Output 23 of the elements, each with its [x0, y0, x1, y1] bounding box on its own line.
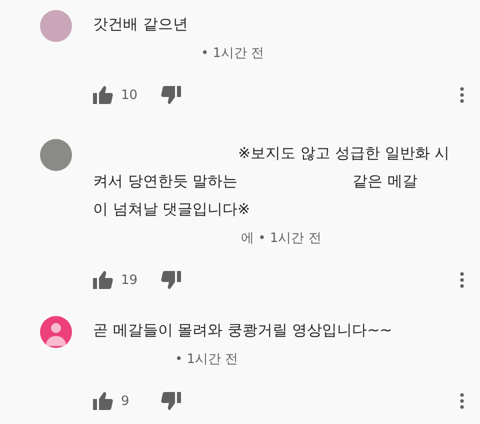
comment-time: • 1시간 전	[175, 352, 238, 367]
avatar-photo-placeholder[interactable]	[40, 139, 72, 171]
comment-text: ※보지도 않고 성급한 일반화 시	[238, 143, 450, 164]
comment-time: • 1시간 전	[201, 46, 264, 61]
comment-time: 에 • 1시간 전	[241, 231, 322, 246]
thumbs-up-icon[interactable]	[93, 392, 113, 410]
thumbs-down-icon[interactable]	[161, 86, 181, 104]
like-count: 9	[121, 392, 130, 410]
comment-text: 갓건배 같으년	[93, 14, 188, 35]
like-count: 19	[121, 272, 139, 290]
thumbs-up-icon[interactable]	[93, 86, 113, 104]
comment-text: 곧 메갈들이 몰려와 쿵쾅거릴 영상입니다~~	[93, 320, 392, 341]
like-count: 10	[121, 86, 139, 104]
comment-text: 같은 메갈	[352, 171, 418, 192]
more-options-icon[interactable]	[460, 272, 464, 288]
thumbs-down-icon[interactable]	[161, 392, 181, 410]
more-options-icon[interactable]	[460, 87, 464, 104]
more-options-icon[interactable]	[460, 393, 464, 410]
comment-text: 켜서 당연한듯 말하는	[93, 171, 238, 192]
avatar[interactable]	[40, 316, 72, 348]
thumbs-down-icon[interactable]	[161, 271, 181, 290]
comment-text: 이 넘쳐날 댓글입니다※	[93, 199, 250, 220]
thumbs-up-icon[interactable]	[93, 271, 113, 290]
